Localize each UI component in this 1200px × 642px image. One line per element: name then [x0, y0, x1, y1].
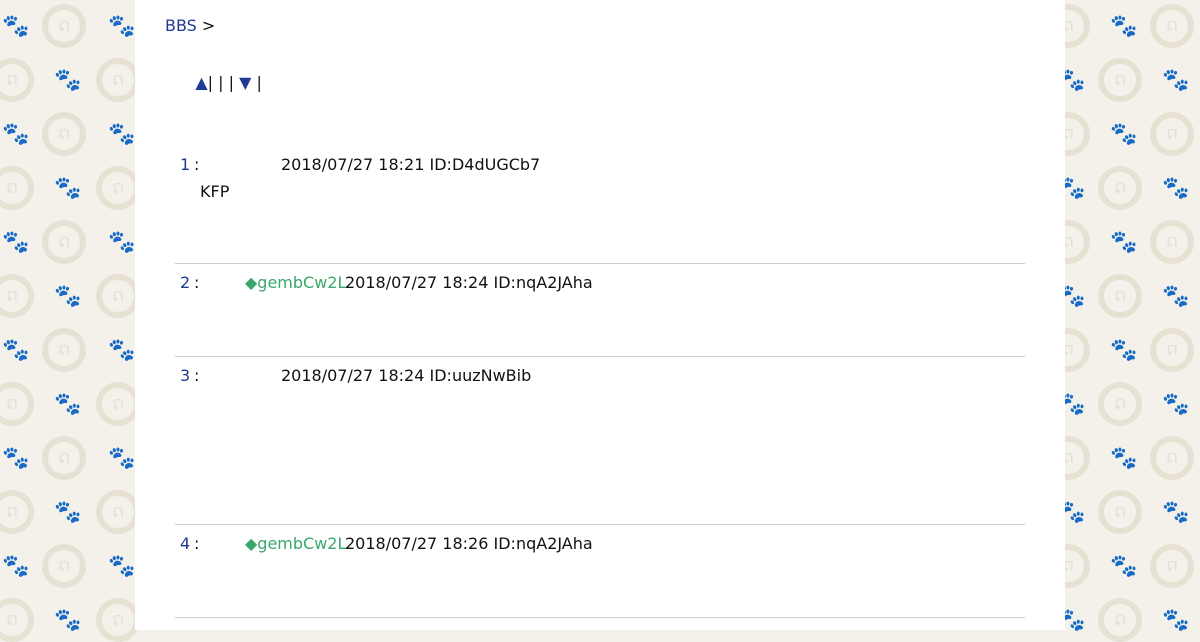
post-datetime: 2018/07/27 18:26 — [345, 534, 489, 553]
post-meta: 2018/07/27 18:24 ID:uuzNwBib — [281, 365, 531, 387]
post-body: KFP — [200, 182, 230, 201]
bbs-link[interactable]: BBS — [165, 16, 197, 35]
cat-face-icon — [1098, 166, 1142, 210]
paw-print-icon: 🐾 — [108, 14, 136, 39]
paw-print-icon: 🐾 — [108, 230, 136, 255]
paw-print-icon: 🐾 — [1110, 446, 1138, 471]
cat-face-icon — [1150, 328, 1194, 372]
cat-face-icon — [1098, 58, 1142, 102]
paw-print-icon: 🐾 — [1110, 338, 1138, 363]
cat-face-icon — [96, 490, 140, 534]
post-meta: 2018/07/27 18:21 ID:D4dUGCb7 — [281, 154, 540, 176]
cat-face-icon — [42, 436, 86, 480]
post: 4 : ◆gembCw2L 2018/07/27 18:26 ID:nqA2JA… — [175, 524, 1025, 617]
paw-print-icon: 🐾 — [2, 554, 30, 579]
paw-print-icon: 🐾 — [2, 446, 30, 471]
cat-face-icon — [1150, 4, 1194, 48]
cat-face-icon — [1150, 544, 1194, 588]
post-id: ID:nqA2JAha — [493, 273, 593, 292]
paw-print-icon: 🐾 — [54, 284, 82, 309]
paw-print-icon: 🐾 — [54, 608, 82, 633]
post-meta: 2018/07/27 18:26 ID:nqA2JAha — [345, 533, 593, 555]
paw-print-icon: 🐾 — [2, 338, 30, 363]
scroll-down-button[interactable]: ▼ — [239, 73, 251, 92]
cat-face-icon — [0, 166, 34, 210]
paw-print-icon: 🐾 — [1162, 68, 1190, 93]
paw-print-icon: 🐾 — [1110, 230, 1138, 255]
cat-face-icon — [0, 490, 34, 534]
paw-print-icon: 🐾 — [2, 122, 30, 147]
paw-print-icon: 🐾 — [108, 122, 136, 147]
paw-print-icon: 🐾 — [1162, 284, 1190, 309]
post: 2 : ◆gembCw2L 2018/07/27 18:24 ID:nqA2JA… — [175, 263, 1025, 356]
paw-print-icon: 🐾 — [1110, 14, 1138, 39]
cat-face-icon — [0, 274, 34, 318]
post-colon: : — [194, 273, 200, 292]
cat-face-icon — [96, 58, 140, 102]
cat-face-icon — [0, 382, 34, 426]
post: 3 : 2018/07/27 18:24 ID:uuzNwBib — [175, 356, 1025, 524]
scroll-up-button[interactable]: ▲ — [195, 73, 207, 92]
paw-print-icon: 🐾 — [54, 500, 82, 525]
post-colon: : — [194, 366, 200, 385]
paw-print-icon: 🐾 — [1162, 500, 1190, 525]
breadcrumb: BBS > — [165, 16, 215, 35]
post-datetime: 2018/07/27 18:21 — [281, 155, 425, 174]
post: 1 : 2018/07/27 18:21 ID:D4dUGCb7 KFP — [175, 154, 1025, 263]
post-datetime: 2018/07/27 18:24 — [345, 273, 489, 292]
paw-print-icon: 🐾 — [1162, 608, 1190, 633]
cat-face-icon — [0, 58, 34, 102]
post-number[interactable]: 3 — [180, 365, 190, 387]
cat-face-icon — [42, 4, 86, 48]
paw-print-icon: 🐾 — [108, 446, 136, 471]
cat-face-icon — [96, 274, 140, 318]
post-datetime: 2018/07/27 18:24 — [281, 366, 425, 385]
cat-face-icon — [96, 382, 140, 426]
breadcrumb-separator: > — [201, 16, 216, 35]
post-tripcode: ◆gembCw2L — [245, 534, 347, 553]
post-id: ID:D4dUGCb7 — [429, 155, 541, 174]
nav-separator-tail: | — [256, 73, 262, 92]
paw-print-icon: 🐾 — [1162, 176, 1190, 201]
cat-face-icon — [1150, 220, 1194, 264]
paw-print-icon: 🐾 — [108, 338, 136, 363]
cat-face-icon — [1098, 490, 1142, 534]
cat-face-icon — [1098, 274, 1142, 318]
post-colon: : — [194, 534, 200, 553]
thread-nav: ▲| | | ▼ | — [175, 54, 262, 111]
cat-face-icon — [42, 328, 86, 372]
cat-face-icon — [1098, 382, 1142, 426]
cat-face-icon — [96, 598, 140, 642]
paw-print-icon: 🐾 — [1110, 554, 1138, 579]
cat-face-icon — [42, 112, 86, 156]
paw-print-icon: 🐾 — [54, 68, 82, 93]
paw-print-icon: 🐾 — [1162, 392, 1190, 417]
post-meta: 2018/07/27 18:24 ID:nqA2JAha — [345, 272, 593, 294]
post-id: ID:nqA2JAha — [493, 534, 593, 553]
post-id: ID:uuzNwBib — [429, 366, 532, 385]
paw-print-icon: 🐾 — [1110, 122, 1138, 147]
cat-face-icon — [1150, 112, 1194, 156]
paw-print-icon: 🐾 — [2, 230, 30, 255]
cat-face-icon — [96, 166, 140, 210]
post-number[interactable]: 4 — [180, 533, 190, 555]
post-number[interactable]: 1 — [180, 154, 190, 176]
post-divider — [175, 617, 1025, 630]
nav-separator: | | | — [207, 73, 234, 92]
paw-print-icon: 🐾 — [108, 554, 136, 579]
content-column: BBS > ▲| | | ▼ | 1 : 2018/07/27 18:21 ID… — [135, 0, 1065, 630]
paw-print-icon: 🐾 — [54, 392, 82, 417]
paw-print-icon: 🐾 — [2, 14, 30, 39]
post-tripcode: ◆gembCw2L — [245, 273, 347, 292]
post-number[interactable]: 2 — [180, 272, 190, 294]
cat-face-icon — [1150, 436, 1194, 480]
post-colon: : — [194, 155, 200, 174]
cat-face-icon — [1098, 598, 1142, 642]
paw-print-icon: 🐾 — [54, 176, 82, 201]
cat-face-icon — [42, 544, 86, 588]
cat-face-icon — [42, 220, 86, 264]
cat-face-icon — [0, 598, 34, 642]
